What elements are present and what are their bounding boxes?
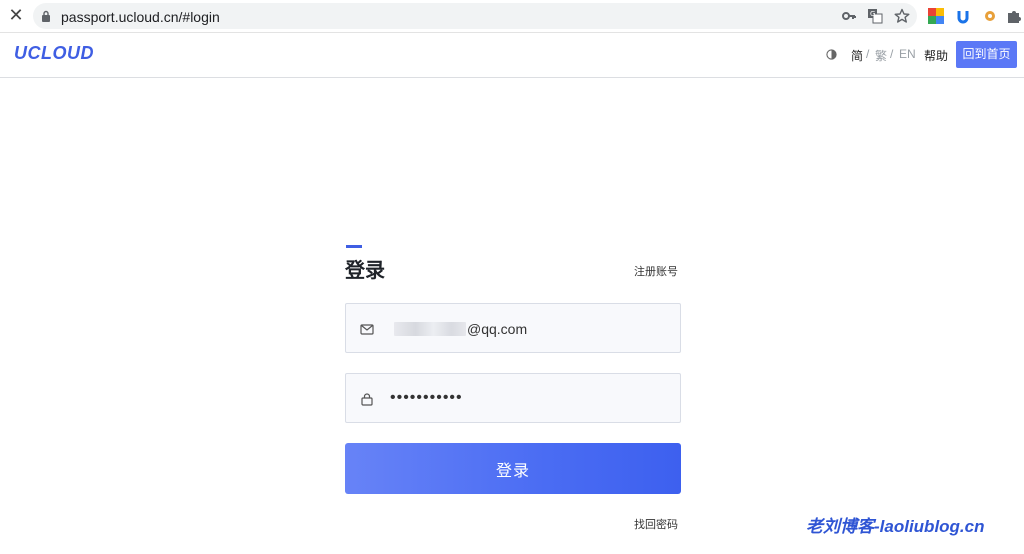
puzzle-icon[interactable]	[1006, 8, 1022, 24]
lang-separator: /	[890, 47, 894, 61]
email-field[interactable]: @qq.com	[345, 303, 681, 353]
site-header: UCLOUD 简 / 繁 / EN 帮助 回到首页	[0, 33, 1024, 78]
address-bar[interactable]: passport.ucloud.cn/#login G	[33, 3, 917, 29]
register-link[interactable]: 注册账号	[634, 263, 678, 279]
theme-toggle-icon[interactable]	[826, 49, 837, 60]
back-home-button[interactable]: 回到首页	[956, 41, 1017, 68]
redacted-email-mask	[394, 322, 466, 336]
stop-loading-icon[interactable]: ✕	[6, 5, 26, 25]
title-accent-bar	[346, 245, 362, 248]
forgot-password-link[interactable]: 找回密码	[634, 516, 678, 532]
ucloud-logo[interactable]: UCLOUD	[14, 43, 94, 64]
lock-icon	[42, 10, 50, 22]
extension-gear-icon[interactable]	[982, 8, 998, 24]
help-link[interactable]: 帮助	[924, 47, 948, 64]
lock-icon	[361, 393, 373, 406]
watermark: 老刘博客-laoliublog.cn	[806, 517, 985, 536]
browser-toolbar: ✕ passport.ucloud.cn/#login G	[0, 0, 1024, 33]
bookmark-star-icon[interactable]	[894, 8, 910, 24]
address-url[interactable]: passport.ucloud.cn/#login	[61, 9, 220, 25]
lang-separator: /	[866, 47, 870, 61]
password-field[interactable]: •••••••••••	[345, 373, 681, 423]
lang-simplified[interactable]: 简	[851, 47, 863, 64]
login-submit-button[interactable]: 登录	[345, 443, 681, 494]
password-value: •••••••••••	[390, 389, 463, 406]
extension-u-icon[interactable]	[955, 8, 971, 24]
mail-icon	[360, 324, 374, 335]
translate-icon[interactable]: G	[867, 8, 883, 24]
lang-english[interactable]: EN	[899, 47, 916, 61]
email-value: @qq.com	[467, 321, 528, 337]
key-icon[interactable]	[841, 8, 857, 24]
extension-color-icon[interactable]	[928, 8, 944, 24]
svg-text:G: G	[870, 10, 875, 18]
login-title: 登录	[345, 260, 385, 282]
lang-traditional[interactable]: 繁	[875, 47, 887, 64]
